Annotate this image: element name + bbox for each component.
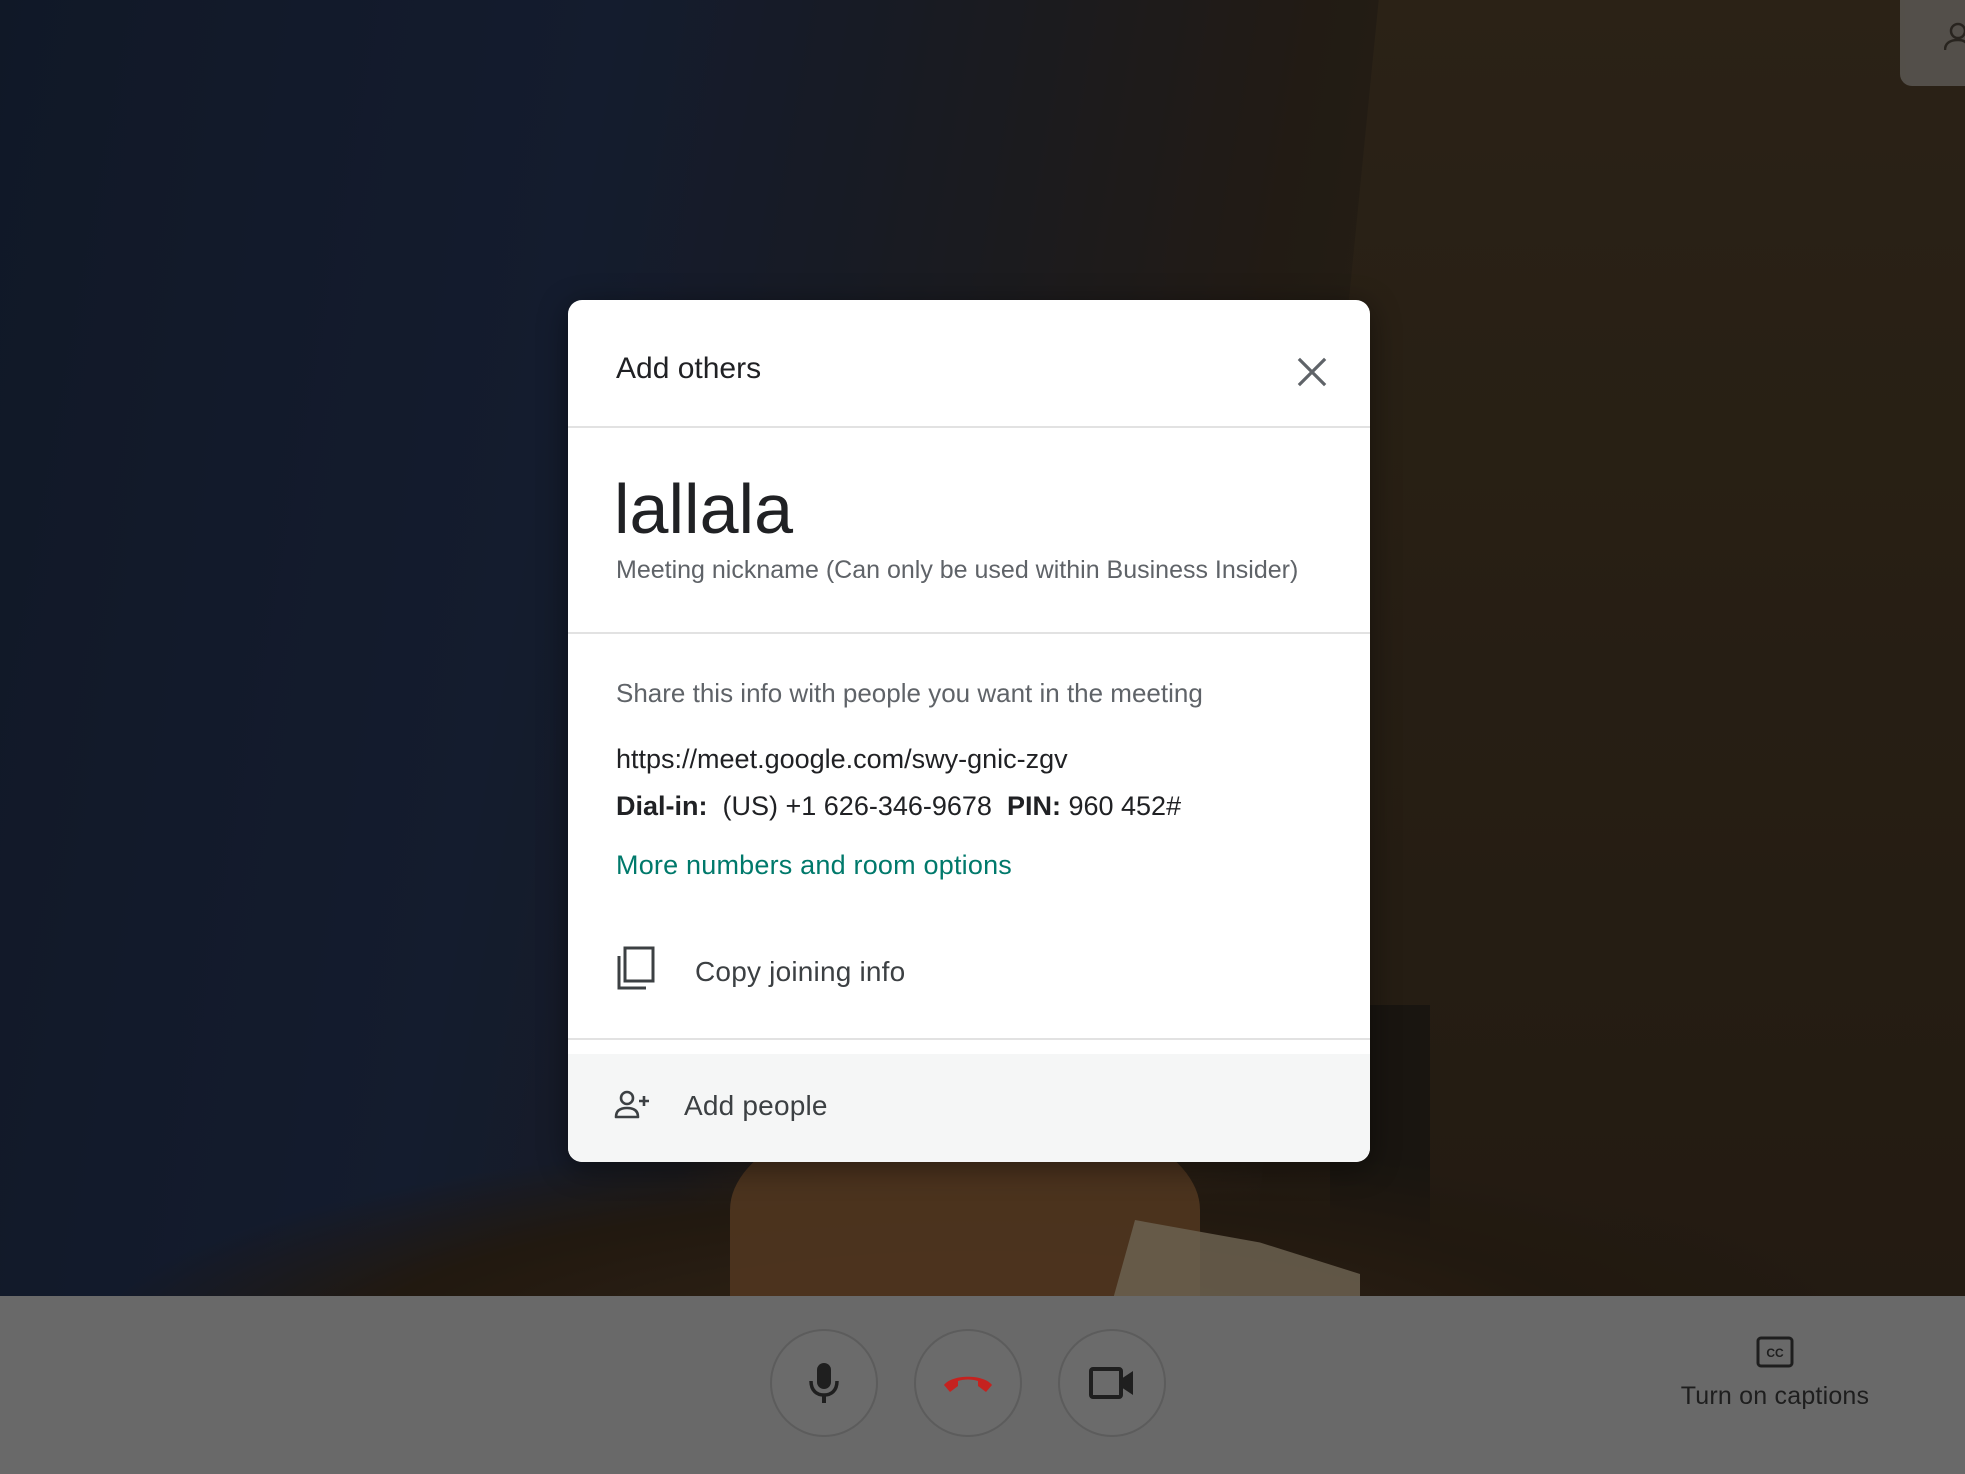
- microphone-icon: [809, 1363, 839, 1403]
- copy-joining-info-button[interactable]: Copy joining info: [616, 934, 1216, 1004]
- turn-on-captions-button[interactable]: CC Turn on captions: [1660, 1336, 1890, 1436]
- pin-label: PIN:: [1006, 791, 1061, 821]
- hang-up-icon: [944, 1376, 992, 1392]
- camera-button[interactable]: [1058, 1329, 1166, 1437]
- meeting-nickname-caption: Meeting nickname (Can only be used withi…: [616, 556, 1299, 584]
- close-button[interactable]: [1282, 342, 1342, 402]
- dialog-header: Add others: [568, 300, 1370, 428]
- dial-in-info: Dial-in: (US) +1 626-346-9678 PIN: 960 4…: [616, 791, 1181, 822]
- joining-info-section: Share this info with people you want in …: [568, 634, 1370, 1040]
- meeting-url: https://meet.google.com/swy-gnic-zgv: [616, 744, 1068, 774]
- svg-text:CC: CC: [1766, 1346, 1784, 1360]
- close-icon: [1297, 357, 1327, 387]
- closed-captions-icon: CC: [1756, 1336, 1794, 1368]
- meeting-screen: CC Turn on captions Add others lallala M…: [0, 0, 1965, 1474]
- add-others-dialog: Add others lallala Meeting nickname (Can…: [568, 300, 1370, 1162]
- pin-value: 960 452#: [1068, 791, 1182, 821]
- camera-icon: [1089, 1367, 1133, 1399]
- meeting-nickname-section: lallala Meeting nickname (Can only be us…: [568, 428, 1370, 634]
- copy-joining-info-label: Copy joining info: [695, 956, 906, 987]
- captions-label: Turn on captions: [1680, 1382, 1870, 1410]
- add-people-label: Add people: [684, 1090, 828, 1121]
- copy-icon: [617, 946, 655, 990]
- dial-in-number: (US) +1 626-346-9678: [722, 791, 992, 821]
- person-add-icon: [614, 1090, 649, 1119]
- hang-up-button[interactable]: [914, 1329, 1022, 1437]
- dialog-title: Add others: [616, 352, 762, 385]
- microphone-button[interactable]: [770, 1329, 878, 1437]
- share-intro-text: Share this info with people you want in …: [616, 678, 1203, 708]
- add-people-button[interactable]: Add people: [568, 1054, 1370, 1162]
- more-numbers-link[interactable]: More numbers and room options: [616, 850, 1012, 881]
- dial-in-label: Dial-in:: [616, 791, 708, 821]
- meeting-nickname: lallala: [614, 470, 793, 548]
